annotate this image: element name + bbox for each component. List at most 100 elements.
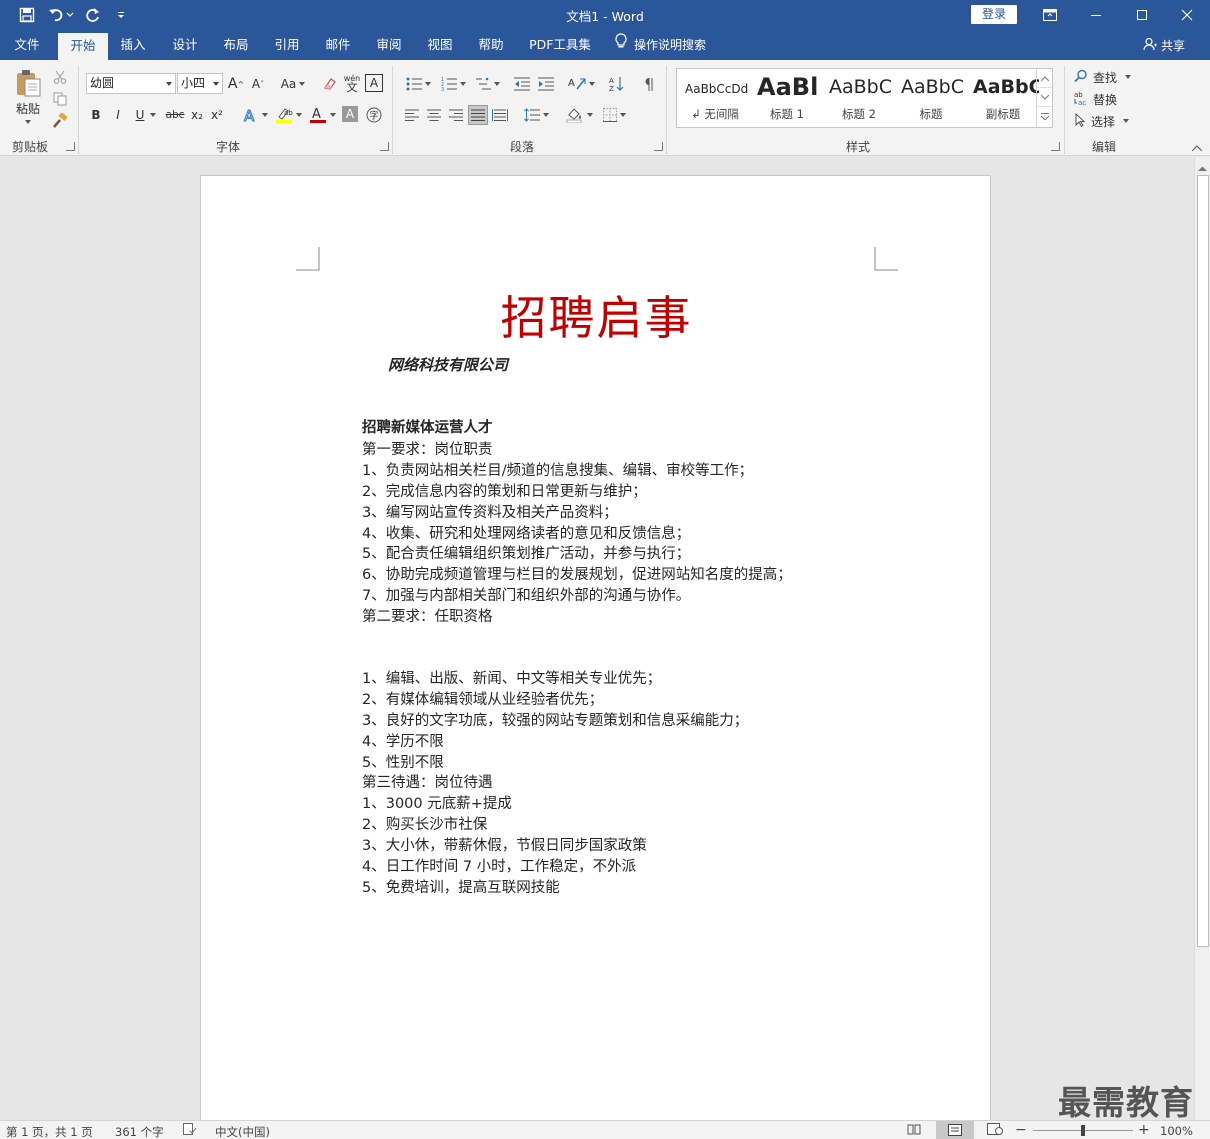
paste-label[interactable]: 粘贴: [10, 100, 46, 116]
document-line[interactable]: 7、加强与内部相关部门和组织外部的沟通与协作。: [362, 584, 690, 605]
bullets-icon[interactable]: [402, 74, 434, 94]
web-layout-icon[interactable]: [987, 1123, 1003, 1138]
grow-font-button[interactable]: A ^: [227, 74, 245, 94]
style-heading-1[interactable]: AaBl 标题 1: [751, 69, 823, 127]
ribbon-display-options-icon[interactable]: [1027, 0, 1073, 30]
document-line[interactable]: 2、有媒体编辑领域从业经验者优先；: [362, 688, 603, 709]
style-heading-2[interactable]: AaBbC 标题 2: [823, 69, 895, 127]
close-icon[interactable]: [1164, 0, 1210, 30]
subscript-button[interactable]: x₂: [189, 105, 205, 125]
clear-formatting-icon[interactable]: [320, 74, 340, 94]
document-title[interactable]: 招聘启事: [201, 282, 992, 348]
zoom-in-button[interactable]: +: [1138, 1122, 1150, 1138]
strikethrough-button[interactable]: abc: [163, 105, 187, 125]
document-line[interactable]: 2、完成信息内容的策划和日常更新与维护；: [362, 480, 647, 501]
increase-indent-icon[interactable]: [535, 74, 557, 94]
gallery-up-icon[interactable]: [1037, 69, 1052, 88]
login-button[interactable]: 登录: [971, 5, 1017, 24]
document-line[interactable]: 第三待遇：岗位待遇: [362, 771, 493, 792]
zoom-level[interactable]: 100%: [1160, 1124, 1193, 1138]
collapse-ribbon-icon[interactable]: [1189, 142, 1205, 154]
zoom-out-button[interactable]: −: [1015, 1122, 1027, 1138]
paste-dropdown-icon[interactable]: [22, 117, 34, 127]
tab-insert[interactable]: 插入: [110, 30, 156, 60]
tab-view[interactable]: 视图: [417, 30, 463, 60]
tab-help[interactable]: 帮助: [468, 30, 514, 60]
paragraph-launcher-icon[interactable]: [654, 142, 663, 151]
document-line[interactable]: 第一要求：岗位职责: [362, 438, 493, 459]
borders-icon[interactable]: [598, 105, 630, 125]
italic-button[interactable]: I: [110, 105, 126, 125]
tab-file[interactable]: 文件: [0, 30, 54, 60]
style-title[interactable]: AaBbC 标题: [895, 69, 967, 127]
align-center-icon[interactable]: [424, 106, 444, 124]
text-effects-icon[interactable]: A: [241, 105, 269, 125]
select-button[interactable]: 选择: [1074, 111, 1140, 131]
tell-me-search[interactable]: 操作说明搜索: [614, 30, 706, 60]
document-line[interactable]: 5、性别不限: [362, 751, 444, 772]
document-line[interactable]: 4、收集、研究和处理网络读者的意见和反馈信息；: [362, 522, 690, 543]
proofing-icon[interactable]: [183, 1123, 197, 1138]
zoom-slider-thumb[interactable]: [1081, 1125, 1085, 1136]
document-line[interactable]: 1、3000 元底薪+提成: [362, 792, 512, 813]
character-shading-button[interactable]: A: [342, 106, 358, 122]
sort-icon[interactable]: AZ: [606, 74, 628, 94]
align-left-icon[interactable]: [402, 106, 422, 124]
format-painter-icon[interactable]: [50, 112, 70, 130]
paragraph-shading-icon[interactable]: [563, 105, 595, 125]
tab-review[interactable]: 审阅: [366, 30, 412, 60]
copy-icon[interactable]: [50, 90, 70, 108]
document-line[interactable]: 3、大小休，带薪休假，节假日同步国家政策: [362, 834, 647, 855]
phonetic-guide-button[interactable]: wén 文: [342, 72, 362, 94]
style-no-spacing[interactable]: AaBbCcDd ↲ 无间隔: [679, 69, 751, 127]
document-line[interactable]: 6、协助完成频道管理与栏目的发展规划，促进网站知名度的提高；: [362, 563, 792, 584]
style-subtitle[interactable]: AaBbC 副标题: [967, 69, 1039, 127]
tab-design[interactable]: 设计: [162, 30, 208, 60]
decrease-indent-icon[interactable]: [511, 74, 533, 94]
font-launcher-icon[interactable]: [380, 142, 389, 151]
justify-icon[interactable]: [468, 105, 488, 125]
print-layout-icon[interactable]: [936, 1121, 974, 1139]
maximize-icon[interactable]: [1119, 0, 1165, 30]
document-line[interactable]: 4、日工作时间 7 小时，工作稳定，不外派: [362, 855, 636, 876]
document-page[interactable]: 招聘启事 网络科技有限公司 招聘新媒体运营人才 第一要求：岗位职责 1、负责网站…: [200, 175, 991, 1135]
tab-references[interactable]: 引用: [264, 30, 310, 60]
clipboard-launcher-icon[interactable]: [66, 142, 75, 151]
show-marks-icon[interactable]: [638, 74, 660, 94]
document-heading[interactable]: 招聘新媒体运营人才: [362, 416, 493, 437]
numbering-icon[interactable]: 123: [437, 74, 469, 94]
document-line[interactable]: 3、良好的文字功底，较强的网站专题策划和信息采编能力；: [362, 709, 748, 730]
character-border-button[interactable]: A: [365, 74, 383, 92]
read-mode-icon[interactable]: [907, 1123, 921, 1138]
tab-home[interactable]: 开始: [58, 33, 108, 60]
scrollbar-thumb[interactable]: [1197, 175, 1209, 947]
find-button[interactable]: 查找: [1074, 67, 1140, 87]
tab-mailings[interactable]: 邮件: [315, 30, 361, 60]
minimize-icon[interactable]: [1073, 0, 1119, 30]
tab-pdf-tools[interactable]: PDF工具集: [522, 30, 598, 60]
document-line[interactable]: 1、负责网站相关栏目/频道的信息搜集、编辑、审校等工作；: [362, 459, 753, 480]
gallery-more-icon[interactable]: [1037, 107, 1052, 126]
document-line[interactable]: 1、编辑、出版、新闻、中文等相关专业优先；: [362, 667, 661, 688]
align-right-icon[interactable]: [446, 106, 466, 124]
gallery-down-icon[interactable]: [1037, 88, 1052, 107]
paste-icon[interactable]: [12, 68, 46, 98]
document-line[interactable]: 4、学历不限: [362, 730, 444, 751]
tab-layout[interactable]: 布局: [213, 30, 259, 60]
line-spacing-icon[interactable]: [520, 105, 552, 125]
language[interactable]: 中文(中国): [215, 1124, 270, 1139]
underline-button[interactable]: U: [132, 105, 148, 125]
document-line[interactable]: 5、配合责任编辑组织策划推广活动，并参与执行；: [362, 542, 690, 563]
document-line[interactable]: 第二要求：任职资格: [362, 605, 493, 626]
change-case-button[interactable]: Aa: [278, 74, 308, 94]
underline-dropdown-icon[interactable]: [148, 105, 158, 125]
replace-button[interactable]: ab ac 替换: [1074, 89, 1140, 109]
superscript-button[interactable]: x²: [209, 105, 225, 125]
document-company[interactable]: 网络科技有限公司: [388, 354, 508, 375]
highlight-color-icon[interactable]: ab: [272, 105, 304, 125]
scroll-up-icon[interactable]: [1198, 161, 1207, 175]
vertical-scrollbar[interactable]: [1194, 157, 1210, 1120]
font-size-combo[interactable]: 小四: [177, 73, 223, 94]
document-line[interactable]: 2、购买长沙市社保: [362, 813, 487, 834]
document-line[interactable]: 5、免费培训，提高互联网技能: [362, 876, 560, 897]
